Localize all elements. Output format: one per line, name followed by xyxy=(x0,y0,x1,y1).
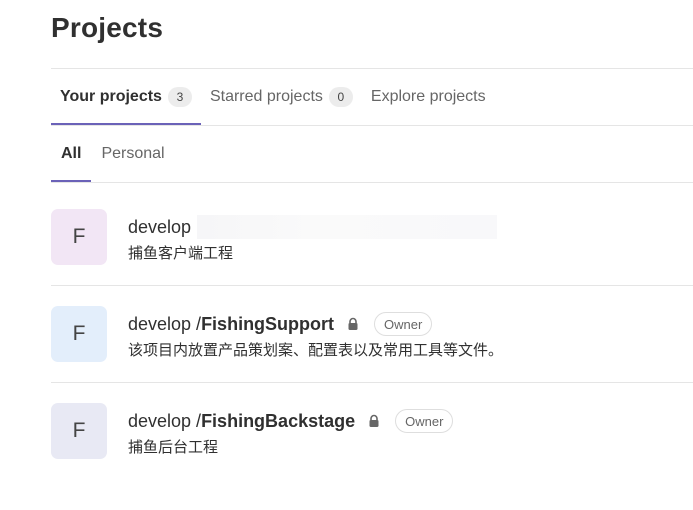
project-description: 该项目内放置产品策划案、配置表以及常用工具等文件。 xyxy=(128,342,504,359)
project-title: FishingSupport xyxy=(201,313,335,334)
tab-label: Explore projects xyxy=(370,87,486,105)
project-description: 捕鱼后台工程 xyxy=(128,439,219,456)
project-avatar[interactable]: F xyxy=(51,403,107,459)
filter-label: Personal xyxy=(101,144,165,162)
project-description: 捕鱼客户端工程 xyxy=(128,245,234,262)
project-tabs: Your projects 3 Starred projects 0 Explo… xyxy=(51,69,495,125)
project-row[interactable]: F develop / FishingBackstage Owner 捕鱼后台工… xyxy=(51,381,693,478)
filter-tabs: All Personal xyxy=(51,126,175,182)
project-row[interactable]: F develop / FishingSupport Owner 该项目内放置产… xyxy=(51,284,693,381)
filter-personal[interactable]: Personal xyxy=(91,126,174,181)
project-title: FishingBackstage xyxy=(201,410,356,431)
project-namespace: develop / xyxy=(128,313,202,334)
project-row[interactable]: F develop 捕鱼客户端工程 xyxy=(51,187,693,284)
project-avatar[interactable]: F xyxy=(51,306,107,362)
project-name[interactable]: develop xyxy=(128,215,498,239)
lock-icon xyxy=(348,317,358,330)
project-name[interactable]: develop / FishingSupport Owner xyxy=(128,312,433,336)
project-namespace: develop / xyxy=(128,410,202,431)
tab-label: Your projects xyxy=(60,87,162,105)
tab-explore-projects[interactable]: Explore projects xyxy=(362,69,495,124)
project-avatar[interactable]: F xyxy=(51,209,107,265)
tab-starred-projects[interactable]: Starred projects 0 xyxy=(201,69,362,124)
tab-label: Starred projects xyxy=(209,87,323,105)
project-namespace: develop xyxy=(128,216,192,237)
divider xyxy=(51,182,693,183)
count-badge: 3 xyxy=(167,86,192,107)
role-badge: Owner xyxy=(395,409,454,433)
redacted-name xyxy=(197,215,498,239)
count-badge: 0 xyxy=(328,86,353,107)
project-name[interactable]: develop / FishingBackstage Owner xyxy=(128,409,454,433)
lock-icon xyxy=(369,414,379,427)
filter-all[interactable]: All xyxy=(51,126,92,182)
role-badge: Owner xyxy=(374,312,433,336)
page-title: Projects xyxy=(51,12,164,43)
filter-label: All xyxy=(61,144,82,162)
tab-your-projects[interactable]: Your projects 3 xyxy=(51,69,201,125)
